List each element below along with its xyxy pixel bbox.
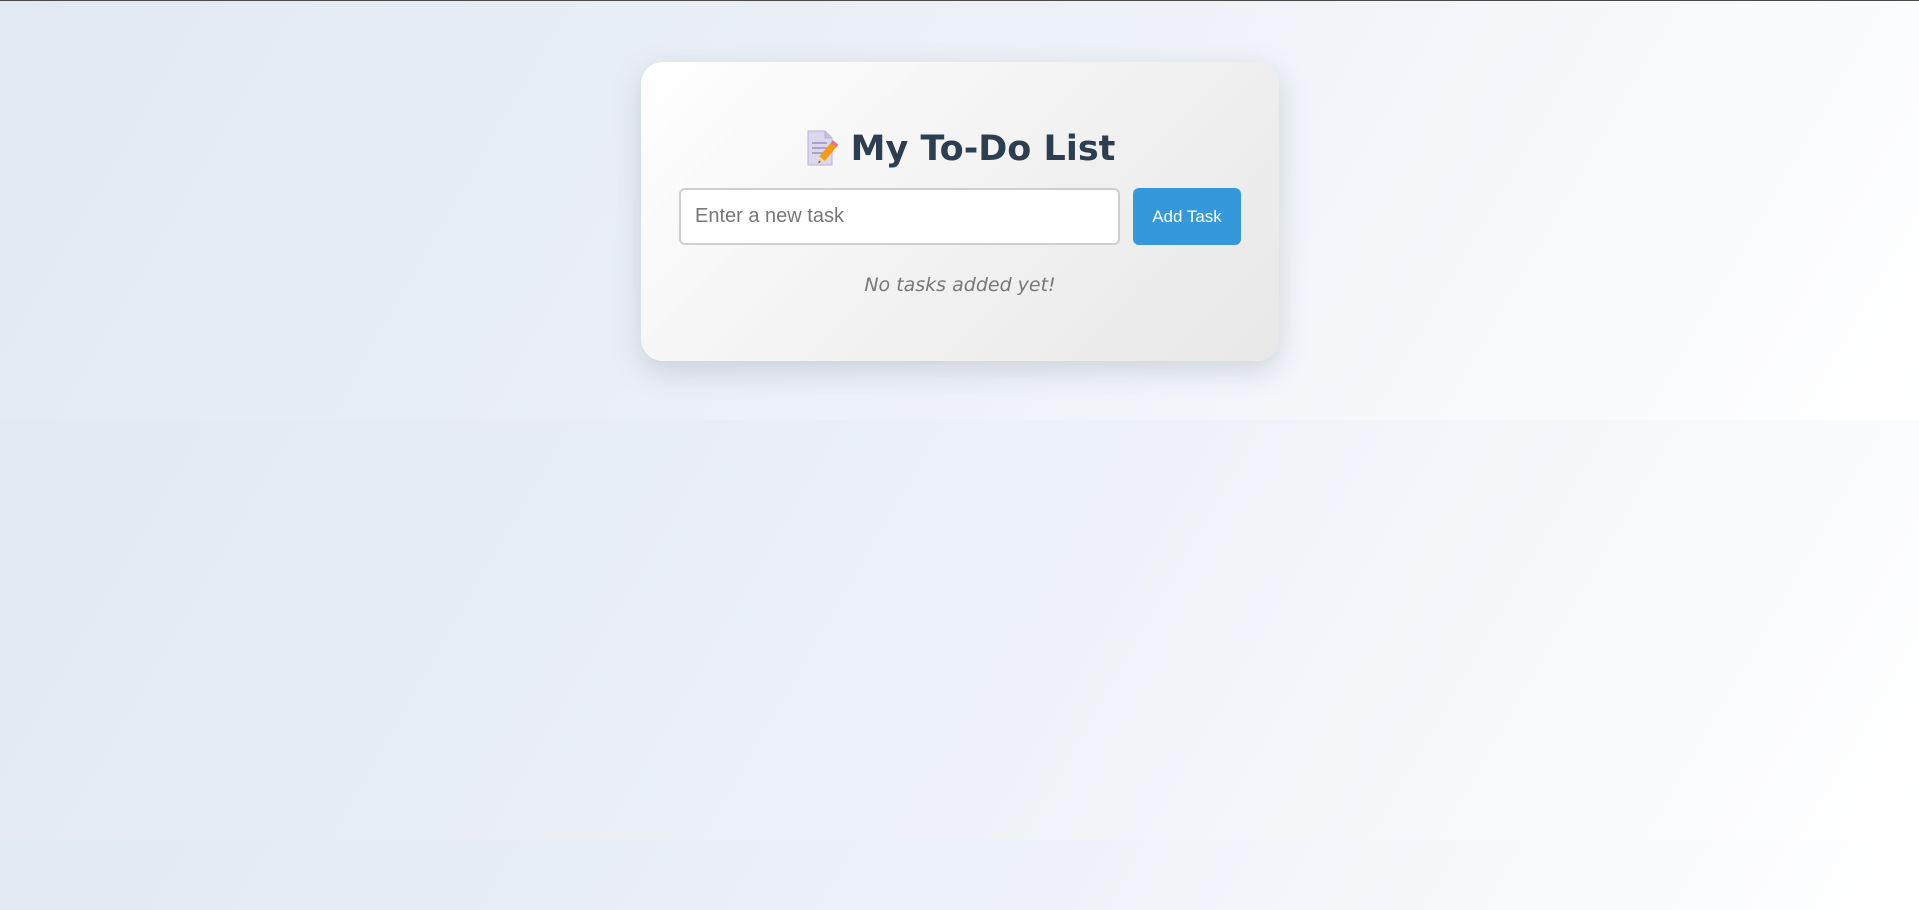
page-title: My To-Do List: [679, 126, 1241, 172]
background-band: [0, 420, 1919, 840]
task-form: Add Task: [679, 188, 1241, 245]
background-band: [0, 840, 1919, 910]
empty-task-message: No tasks added yet!: [864, 274, 1056, 296]
task-input[interactable]: [679, 188, 1120, 245]
memo-icon: [805, 130, 839, 178]
add-task-button[interactable]: Add Task: [1133, 188, 1241, 245]
todo-card: My To-Do List Add Task No tasks added ye…: [641, 62, 1279, 361]
page-title-text: My To-Do List: [850, 129, 1116, 169]
